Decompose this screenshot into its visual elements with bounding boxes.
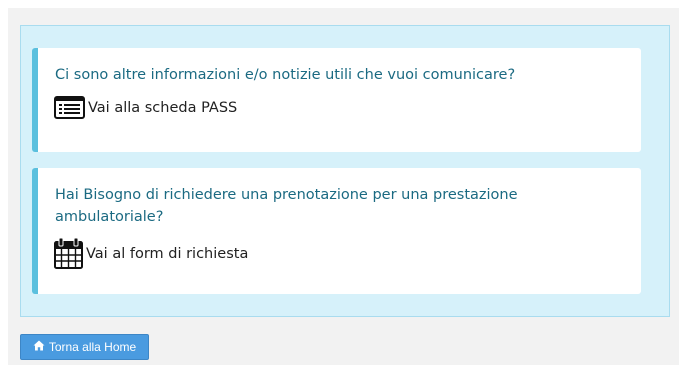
booking-link[interactable]: Vai al form di richiesta (54, 238, 248, 269)
list-alt-icon (54, 96, 88, 119)
pass-card: Ci sono altre informazioni e/o notizie u… (32, 48, 641, 152)
home-button-label: Torna alla Home (48, 340, 137, 354)
page: Ci sono altre informazioni e/o notizie u… (8, 8, 679, 365)
calendar-icon (54, 238, 86, 269)
booking-card: Hai Bisogno di richiedere una prenotazio… (32, 168, 641, 294)
info-panel: Ci sono altre informazioni e/o notizie u… (20, 25, 670, 317)
booking-card-question: Hai Bisogno di richiedere una prenotazio… (55, 187, 518, 225)
home-icon (33, 340, 49, 354)
pass-link-label: Vai alla scheda PASS (88, 99, 238, 116)
booking-link-label: Vai al form di richiesta (86, 245, 249, 262)
pass-card-question: Ci sono altre informazioni e/o notizie u… (55, 67, 516, 83)
home-button[interactable]: Torna alla Home (20, 334, 149, 360)
pass-link[interactable]: Vai alla scheda PASS (54, 96, 237, 119)
